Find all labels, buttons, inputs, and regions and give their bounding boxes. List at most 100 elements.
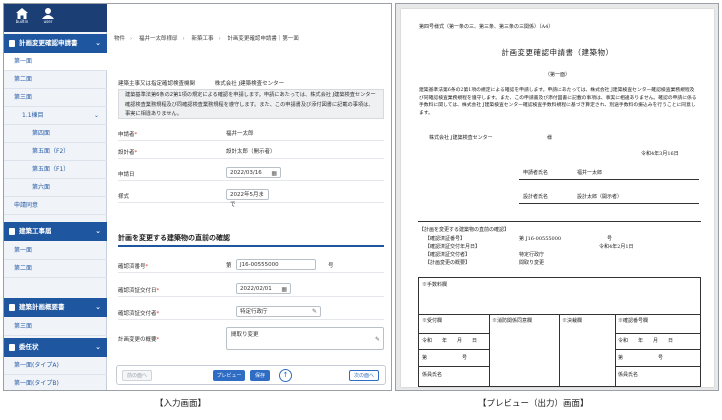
- designer-name-label: 設計者氏名: [523, 194, 549, 200]
- recipient-line: 建築主事又は指定確認検査機関 株式会社 J建築検査センター: [118, 79, 284, 87]
- pv-cert-date-value: 令和4年2月1日: [599, 244, 634, 250]
- designer-label: 設計者*: [118, 150, 138, 156]
- home-button[interactable]: builtin: [10, 6, 34, 30]
- sidebar-top-bar: builtin user: [4, 4, 107, 32]
- breadcrumb-item[interactable]: 福井一太郎様邸: [139, 36, 178, 42]
- edit-icon[interactable]: ✎: [312, 307, 317, 317]
- application-date-row: 申請日 2022/03/16 ▦: [118, 164, 384, 181]
- confirmation-number-suffix: 号: [328, 263, 334, 269]
- change-summary-label: 計画変更の概要*: [118, 337, 160, 343]
- table-line: [419, 349, 489, 350]
- confirmation-date: 令和 年 月 日: [618, 338, 674, 344]
- sidebar-item-page5-f1[interactable]: 第五面（F1）: [4, 161, 107, 179]
- sidebar-item-page1[interactable]: 第一面: [4, 53, 107, 71]
- home-label: builtin: [15, 19, 29, 24]
- pv-change-label: 【計画変更の概要】: [425, 260, 471, 266]
- breadcrumb-current: 計画変更確認申請書｜第一面: [227, 36, 299, 42]
- preview-button[interactable]: プレビュー: [213, 370, 245, 381]
- chevron-down-icon: ⌄: [95, 303, 101, 311]
- breadcrumb-item[interactable]: 物件: [114, 36, 125, 42]
- section-label: 計画変更確認申請書: [19, 39, 78, 47]
- preview-document: 第四号様式（第一条の三、第三条、第三条の三関係）（A4） 計画変更確認申請書（建…: [401, 9, 714, 387]
- sidebar-item-construction-page2[interactable]: 第二面: [4, 260, 107, 278]
- table-line: [615, 333, 700, 334]
- applicant-name-value: 福井一太郎: [577, 170, 603, 176]
- applicant-label: 申請者*: [118, 132, 138, 138]
- sidebar-item-page6[interactable]: 第六面: [4, 179, 107, 197]
- form-main: 物件 › 福井一太郎様邸 › 新築工事 › 計画変更確認申請書｜第一面 建築主事又は指…: [108, 4, 391, 390]
- confirmation-number-label: 確認済番号*: [118, 264, 149, 270]
- confirmation-issuer-label: 確認済証交付者*: [118, 311, 160, 317]
- sidebar-item-page3[interactable]: 第三面: [4, 89, 107, 107]
- edit-icon[interactable]: ✎: [375, 336, 380, 343]
- confirmation-number-value: J16-00555000: [240, 262, 279, 268]
- scroll-top-button[interactable]: ↑: [279, 369, 292, 382]
- applicant-name-label: 申請者氏名: [523, 170, 549, 176]
- sidebar-item-summary-page3[interactable]: 第三面: [4, 318, 107, 336]
- recipient-label: 建築主事又は指定確認検査機関: [118, 81, 196, 87]
- section-icon: [9, 344, 15, 351]
- user-button[interactable]: user: [36, 6, 60, 30]
- sidebar-item-page2[interactable]: 第二面: [4, 71, 107, 89]
- form-number: 第四号様式（第一条の三、第三条、第三条の三関係）（A4）: [419, 24, 554, 30]
- designer-value: 設計太郎（開示者）: [226, 149, 276, 155]
- designer-row: 設計者* 設計太郎（開示者）: [118, 142, 384, 159]
- sidebar-item-building1[interactable]: 1.1棟目 ⌄: [4, 107, 107, 125]
- confirmation-date-row: 確認済証交付日* 2022/02/01 ▦: [118, 280, 384, 297]
- calendar-icon[interactable]: ▦: [271, 169, 277, 179]
- confirmation-issuer-value: 特定行政庁: [240, 309, 268, 315]
- sidebar-item-page5-f2[interactable]: 第五面（F2）: [4, 143, 107, 161]
- confirmation-no-cell: ※確認番号欄: [618, 318, 649, 324]
- sidebar-item-consent[interactable]: 申請同意: [4, 197, 107, 215]
- format-row: 様式 2022年5月まで: [118, 186, 384, 208]
- section-label: 建築工事届: [19, 227, 52, 235]
- fee-cell: ※手数料欄: [422, 282, 448, 288]
- breadcrumb: 物件 › 福井一太郎様邸 › 新築工事 › 計画変更確認申請書｜第一面: [114, 36, 299, 42]
- sidebar-section-summary[interactable]: 建築計画概要書 ⌄: [4, 298, 107, 317]
- format-value: 2022年5月まで: [230, 192, 264, 208]
- sidebar-section-proxy[interactable]: 委任状 ⌄: [4, 338, 107, 357]
- confirmation-number: 第 号: [618, 355, 664, 361]
- section-icon: [9, 40, 15, 47]
- recipient-value: 株式会社 J建築検査センター: [214, 81, 285, 87]
- applicant-row: 申請者* 福井一太郎: [118, 124, 384, 141]
- save-button[interactable]: 保存: [250, 370, 270, 381]
- breadcrumb-item[interactable]: 新築工事: [191, 36, 213, 42]
- change-summary-value: 間取り変更: [231, 332, 259, 338]
- table-line: [615, 314, 616, 386]
- reception-cell: ※受付欄: [422, 318, 443, 324]
- sidebar-item-label: 1.1棟目: [22, 112, 44, 119]
- confirmation-number-input[interactable]: J16-00555000: [236, 259, 316, 270]
- designer-name-value: 設計太郎（開示者）: [577, 194, 623, 200]
- pv-cert-date-label: 【確認済証交付年月日】: [425, 244, 481, 250]
- sidebar-item-page4[interactable]: 第四面: [4, 125, 107, 143]
- sidebar-section-application[interactable]: 計画変更確認申請書 ⌄: [4, 34, 107, 53]
- declaration-notice: 建築基準法第6条の2第1項の規定による確認を申請します。申請にあたっては、株式会…: [118, 89, 384, 119]
- prev-page-button[interactable]: 前の面へ: [122, 370, 152, 381]
- confirmation-date-input[interactable]: 2022/02/01 ▦: [236, 283, 291, 294]
- input-screen-panel: builtin user 計画変更確認申請書 ⌄ 第一面 第二面 第三面 1.1…: [3, 3, 392, 391]
- previous-confirmation-title: 【計画を変更する建築物の直前の確認】: [419, 227, 510, 233]
- pv-change-value: 間取り変更: [519, 260, 545, 266]
- change-summary-textarea[interactable]: 間取り変更 ✎: [226, 327, 384, 350]
- application-date-input[interactable]: 2022/03/16 ▦: [226, 167, 281, 178]
- confirmation-issuer-input[interactable]: 特定行政庁 ✎: [236, 306, 321, 317]
- sidebar-section-construction[interactable]: 建築工事届 ⌄: [4, 222, 107, 241]
- table-line: [489, 314, 490, 386]
- sidebar-item-proxy-typeB[interactable]: 第一面(タイプB): [4, 375, 107, 390]
- format-select[interactable]: 2022年5月まで: [226, 189, 269, 208]
- office-use-table: ※手数料欄 ※受付欄 ※消防関係同意欄 ※決裁欄 ※確認番号欄 令和 年 月 日…: [418, 277, 701, 387]
- table-line: [419, 333, 489, 334]
- preview-screen-panel: 第四号様式（第一条の三、第三条、第三条の三関係）（A4） 計画変更確認申請書（建…: [395, 3, 719, 391]
- pv-cert-number-suffix: 号: [607, 236, 613, 242]
- next-page-button[interactable]: 次の面へ: [349, 370, 379, 381]
- user-icon: [42, 8, 54, 19]
- format-label: 様式: [118, 194, 130, 200]
- sidebar-item-proxy-typeA[interactable]: 第一面(タイプA): [4, 357, 107, 375]
- divider: [519, 203, 699, 204]
- reception-date: 令和 年 月 日: [422, 338, 478, 344]
- calendar-icon[interactable]: ▦: [281, 285, 287, 295]
- pv-cert-number-value: 第 J16-00555000: [519, 236, 562, 242]
- sidebar-item-construction-page1[interactable]: 第一面: [4, 242, 107, 260]
- confirmation-number-prefix: 第: [226, 263, 232, 269]
